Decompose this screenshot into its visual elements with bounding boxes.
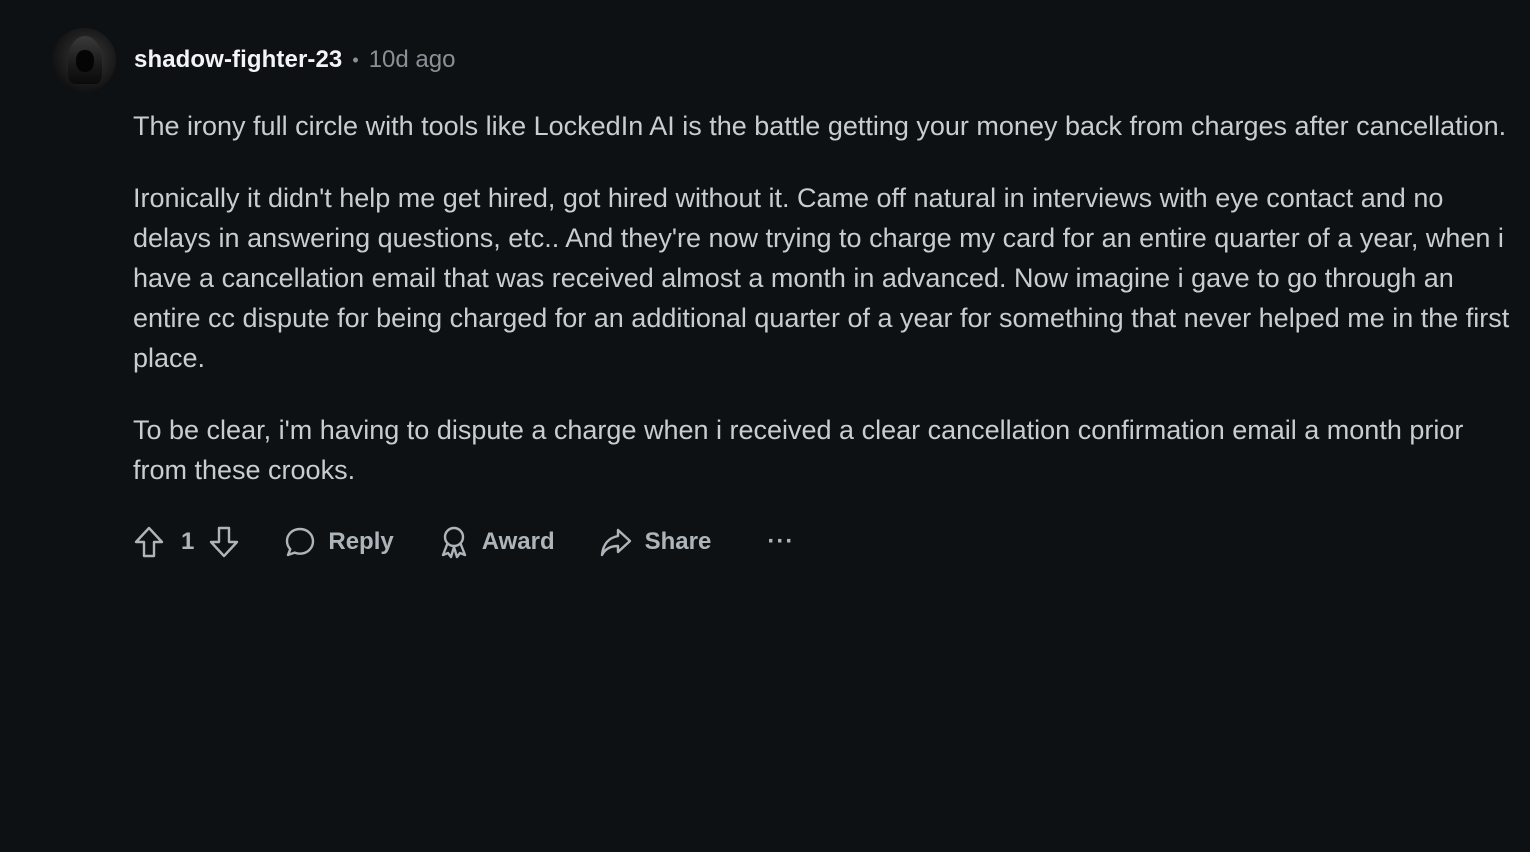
award-label: Award bbox=[481, 528, 555, 555]
share-label: Share bbox=[644, 528, 712, 555]
award-button[interactable]: Award bbox=[438, 525, 555, 559]
downvote-arrow-icon[interactable] bbox=[208, 525, 240, 559]
vote-count: 1 bbox=[181, 528, 195, 555]
share-arrow-icon bbox=[599, 526, 633, 558]
reply-button[interactable]: Reply bbox=[284, 526, 394, 558]
avatar-face-shape bbox=[76, 50, 94, 72]
avatar[interactable] bbox=[52, 28, 116, 92]
upvote-arrow-icon[interactable] bbox=[133, 525, 165, 559]
more-options-button[interactable]: ··· bbox=[767, 528, 794, 556]
reply-label: Reply bbox=[328, 528, 394, 555]
comment-paragraph: The irony full circle with tools like Lo… bbox=[133, 111, 1507, 141]
award-ribbon-icon bbox=[438, 525, 470, 559]
vote-control: 1 bbox=[133, 525, 240, 559]
comment-actions: 1 Reply Award Share ··· bbox=[133, 522, 1512, 562]
comment-body: The irony full circle with tools like Lo… bbox=[133, 106, 1513, 490]
comment: shadow-fighter-23 • 10d ago The irony fu… bbox=[52, 28, 1512, 562]
author-username[interactable]: shadow-fighter-23 bbox=[134, 46, 342, 74]
speech-bubble-icon bbox=[284, 526, 316, 558]
comment-header: shadow-fighter-23 • 10d ago bbox=[52, 28, 1512, 92]
comment-timestamp[interactable]: 10d ago bbox=[369, 46, 456, 74]
share-button[interactable]: Share bbox=[599, 526, 712, 558]
comment-paragraph: To be clear, i'm having to dispute a cha… bbox=[133, 415, 1464, 485]
meta-separator: • bbox=[352, 49, 359, 70]
comment-paragraph: Ironically it didn't help me get hired, … bbox=[133, 183, 1510, 373]
